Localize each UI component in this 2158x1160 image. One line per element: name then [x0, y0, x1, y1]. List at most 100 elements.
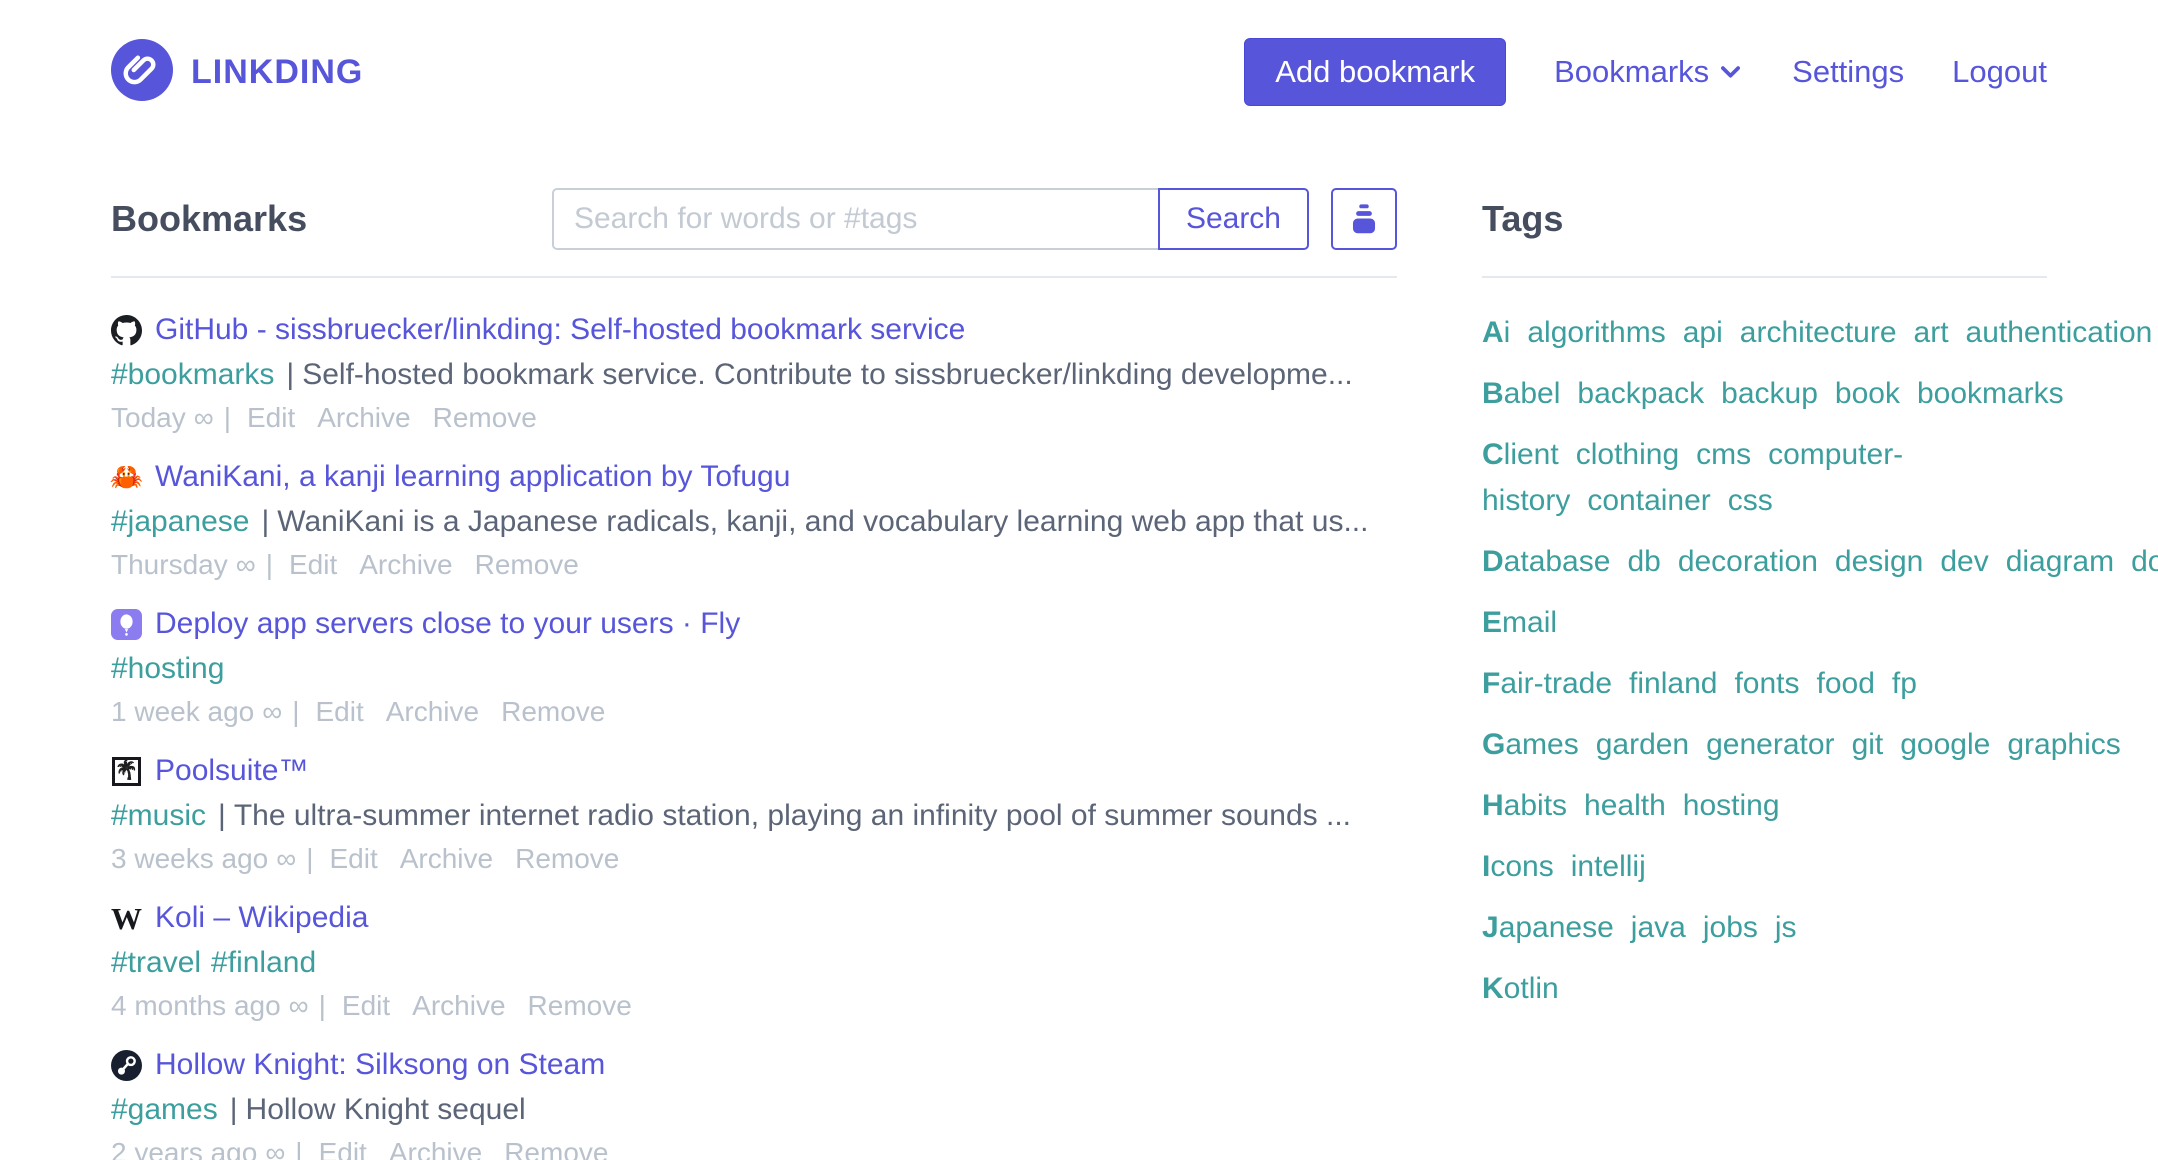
tag-description-separator: |: [218, 799, 226, 832]
tag-link[interactable]: diagram: [2006, 545, 2114, 578]
tag-link[interactable]: Fair-trade: [1482, 667, 1612, 700]
bookmark-remove-link[interactable]: Remove: [501, 696, 605, 727]
tag-link[interactable]: architecture: [1740, 316, 1897, 349]
tag-description-separator: |: [261, 505, 269, 538]
bookmark-archive-link[interactable]: Archive: [317, 402, 410, 433]
tag-cloud: Aialgorithmsapiarchitectureartauthentica…: [1482, 310, 2047, 1012]
nav-item-settings[interactable]: Settings: [1792, 54, 1904, 90]
tag-link[interactable]: git: [1852, 728, 1884, 761]
tag-link[interactable]: Japanese: [1482, 911, 1614, 944]
app-title: LINKDING: [191, 53, 363, 92]
archived-bookmarks-button[interactable]: [1331, 188, 1397, 250]
bookmark-archive-link[interactable]: Archive: [359, 549, 452, 580]
bookmark-edit-link[interactable]: Edit: [319, 1137, 367, 1160]
tag-link[interactable]: backpack: [1577, 377, 1704, 410]
tag-link[interactable]: backup: [1721, 377, 1818, 410]
tag-link[interactable]: css: [1728, 484, 1773, 517]
tag-link[interactable]: cms: [1696, 438, 1751, 471]
tag-link[interactable]: bookmarks: [1917, 377, 2064, 410]
bookmark-tag-link[interactable]: #bookmarks: [111, 358, 274, 391]
bookmark-edit-link[interactable]: Edit: [247, 402, 295, 433]
linkding-logo-icon: [111, 39, 173, 106]
tag-link[interactable]: algorithms: [1527, 316, 1665, 349]
tag-group-h: Habits health hosting: [1482, 783, 2047, 829]
tag-link[interactable]: Database: [1482, 545, 1610, 578]
tag-link[interactable]: docker: [2131, 545, 2158, 578]
tag-link[interactable]: generator: [1706, 728, 1834, 761]
tag-link[interactable]: design: [1835, 545, 1923, 578]
bookmark-edit-link[interactable]: Edit: [289, 549, 337, 580]
nav-item-logout[interactable]: Logout: [1952, 54, 2047, 90]
tag-link[interactable]: food: [1817, 667, 1875, 700]
bookmark-title-link[interactable]: GitHub - sissbruecker/linkding: Self-hos…: [155, 308, 965, 352]
bookmark-remove-link[interactable]: Remove: [504, 1137, 608, 1160]
bookmark-item: 🌴Poolsuite™#music|The ultra-summer inter…: [111, 749, 1397, 879]
tag-link[interactable]: intellij: [1571, 850, 1646, 883]
tag-link[interactable]: authentication: [1966, 316, 2153, 349]
nav-item-label: Bookmarks: [1554, 54, 1709, 90]
bookmark-remove-link[interactable]: Remove: [528, 990, 632, 1021]
nav-item-label: Logout: [1952, 54, 2047, 90]
tag-link[interactable]: health: [1584, 789, 1666, 822]
bookmark-archive-link[interactable]: Archive: [412, 990, 505, 1021]
tag-link[interactable]: dev: [1940, 545, 1988, 578]
archive-inkwell-icon: [1343, 197, 1385, 242]
bookmark-tag-link[interactable]: #travel: [111, 946, 201, 979]
tag-link[interactable]: Babel: [1482, 377, 1560, 410]
tag-link[interactable]: garden: [1596, 728, 1689, 761]
tag-description-separator: |: [230, 1093, 238, 1126]
bookmark-archive-link[interactable]: Archive: [386, 696, 479, 727]
tag-link[interactable]: api: [1683, 316, 1723, 349]
bookmark-edit-link[interactable]: Edit: [315, 696, 363, 727]
tag-link[interactable]: java: [1631, 911, 1686, 944]
tag-link[interactable]: jobs: [1703, 911, 1758, 944]
wikipedia-favicon-icon: W: [111, 903, 142, 934]
nav-item-bookmarks[interactable]: Bookmarks: [1554, 52, 1744, 93]
tag-link[interactable]: google: [1900, 728, 1990, 761]
bookmark-archive-link[interactable]: Archive: [389, 1137, 482, 1160]
tag-link[interactable]: Email: [1482, 606, 1557, 639]
search-input[interactable]: [552, 188, 1158, 250]
tag-link[interactable]: fonts: [1734, 667, 1799, 700]
bookmark-list: GitHub - sissbruecker/linkding: Self-hos…: [111, 308, 1397, 1160]
bookmark-tag-link[interactable]: #music: [111, 799, 206, 832]
bookmark-edit-link[interactable]: Edit: [342, 990, 390, 1021]
tag-link[interactable]: hosting: [1683, 789, 1780, 822]
bookmark-remove-link[interactable]: Remove: [475, 549, 579, 580]
app-logo[interactable]: LINKDING: [111, 39, 363, 106]
bookmark-title-link[interactable]: Koli – Wikipedia: [155, 896, 368, 940]
tag-link[interactable]: Kotlin: [1482, 972, 1559, 1005]
tag-link[interactable]: Games: [1482, 728, 1579, 761]
search-button[interactable]: Search: [1158, 188, 1309, 250]
tag-link[interactable]: finland: [1629, 667, 1717, 700]
bookmark-tag-link[interactable]: #japanese: [111, 505, 249, 538]
tag-description-separator: |: [286, 358, 294, 391]
bookmark-description: WaniKani is a Japanese radicals, kanji, …: [277, 505, 1368, 538]
tag-link[interactable]: db: [1627, 545, 1660, 578]
bookmark-archive-link[interactable]: Archive: [400, 843, 493, 874]
tag-link[interactable]: js: [1775, 911, 1797, 944]
tag-link[interactable]: book: [1835, 377, 1900, 410]
tag-link[interactable]: Client: [1482, 438, 1559, 471]
tag-link[interactable]: clothing: [1576, 438, 1679, 471]
header-nav: Add bookmark Bookmarks Settings Logout: [1244, 38, 2047, 106]
bookmark-tag-link[interactable]: #finland: [211, 946, 316, 979]
tag-link[interactable]: decoration: [1678, 545, 1818, 578]
tag-link[interactable]: graphics: [2007, 728, 2120, 761]
bookmark-title-link[interactable]: WaniKani, a kanji learning application b…: [155, 455, 790, 499]
tag-link[interactable]: Habits: [1482, 789, 1567, 822]
tag-link[interactable]: container: [1587, 484, 1710, 517]
bookmark-remove-link[interactable]: Remove: [433, 402, 537, 433]
tag-link[interactable]: Icons: [1482, 850, 1554, 883]
add-bookmark-button[interactable]: Add bookmark: [1244, 38, 1506, 106]
bookmark-remove-link[interactable]: Remove: [515, 843, 619, 874]
tag-link[interactable]: Ai: [1482, 316, 1510, 349]
bookmark-tag-link[interactable]: #games: [111, 1093, 218, 1126]
tag-link[interactable]: art: [1914, 316, 1949, 349]
bookmark-title-link[interactable]: Deploy app servers close to your users ·…: [155, 602, 740, 646]
bookmark-title-link[interactable]: Poolsuite™: [155, 749, 308, 793]
bookmark-title-link[interactable]: Hollow Knight: Silksong on Steam: [155, 1043, 605, 1087]
bookmark-edit-link[interactable]: Edit: [329, 843, 377, 874]
bookmark-tag-link[interactable]: #hosting: [111, 652, 224, 685]
tag-link[interactable]: fp: [1892, 667, 1917, 700]
